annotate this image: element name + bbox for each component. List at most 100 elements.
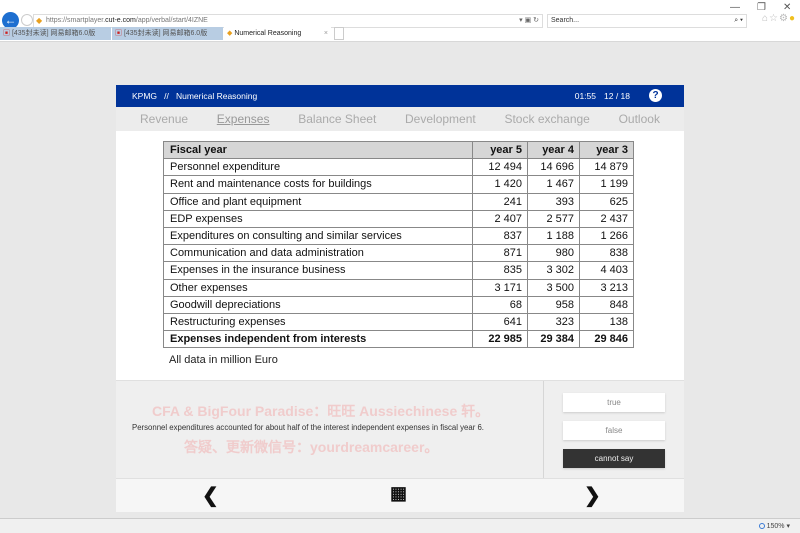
browser-tabs: ▣ [435封未读] 网易邮箱6.0版 ▣ [435封未读] 网易邮箱6.0版 … [0,27,360,40]
cell-value: 22 985 [472,330,528,349]
search-input[interactable]: Search... ⌕ ▾ [547,14,747,28]
gear-icon[interactable]: ⚙ [779,13,789,24]
cell-value: 625 [579,192,634,211]
expenses-table: Fiscal year year 5 year 4 year 3 Personnel e… [163,140,634,349]
row-label: Other expenses [163,278,473,297]
forward-button[interactable] [21,14,33,26]
cell-value: 1 199 [579,175,634,194]
table-row: Restructuring expenses 641 323 138 [163,312,634,332]
url-host: cut-e.com [105,17,136,24]
lock-refresh-icon[interactable]: ▾ ▣ ↻ [519,15,539,27]
help-icon[interactable]: ? [649,89,662,102]
table-note: All data in million Euro [169,354,278,366]
chevron-down-icon[interactable]: ▾ [786,523,790,530]
tab-revenue[interactable]: Revenue [140,107,188,131]
cell-value: 1 266 [579,226,634,246]
minimize-icon[interactable]: — [730,2,740,13]
question-statement: Personnel expenditures accounted for abo… [132,423,484,432]
divider [543,381,544,479]
tab-expenses[interactable]: Expenses [217,107,270,131]
watermark: 答疑、更新微信号：yourdreamcareer。 [184,439,439,455]
browser-tab[interactable]: ▣ [435封未读] 网易邮箱6.0版 [0,27,111,40]
cell-value: 393 [527,192,580,211]
grid-menu-icon[interactable]: ▦ [390,483,407,504]
row-label: Personnel expenditure [163,158,473,177]
cell-value: 138 [579,312,634,332]
table-row: Personnel expenditure 12 494 14 696 14 879 [163,158,634,177]
tab-icon: ▣ [115,30,122,37]
row-label: Communication and data administration [163,244,473,263]
cell-value: 3 500 [527,278,580,297]
site-favicon-icon: ◆ [36,16,43,25]
cell-value: 1 467 [527,175,580,194]
toolbar-icons: ⌂☆⚙● [762,13,796,24]
star-icon[interactable]: ☆ [769,13,779,24]
app-header: KPMG // Numerical Reasoning 01:55 12 / 18… [116,85,684,107]
browser-tab-active[interactable]: ◆ Numerical Reasoning × [224,27,331,40]
cell-value: 835 [472,261,528,280]
search-icon[interactable]: ⌕ ▾ [734,15,743,27]
close-window-icon[interactable]: ✕ [783,2,791,13]
cell-value: 848 [579,295,634,314]
previous-arrow-icon[interactable]: ❮ [202,483,219,508]
row-label: EDP expenses [163,209,473,228]
cell-value: 3 302 [527,261,580,280]
zoom-control[interactable]: 150% ▾ [758,522,790,531]
table-row: Goodwill depreciations 68 958 848 [163,295,634,314]
table-row: Office and plant equipment 241 393 625 [163,192,634,211]
tab-development[interactable]: Development [405,107,476,131]
cell-value: 2 407 [472,209,528,228]
question-progress: 12 / 18 [604,91,630,101]
answer-true-button[interactable]: true [563,393,665,412]
tab-label: Numerical Reasoning [234,30,302,37]
home-icon[interactable]: ⌂ [762,13,769,24]
cell-value: 3 213 [579,278,634,297]
close-tab-icon[interactable]: × [324,27,328,40]
browser-chrome: — ❐ ✕ ← ◆ https://smartplayer.cut-e.com/… [0,0,800,42]
cell-value: 958 [527,295,580,314]
cell-value: 2 577 [527,209,580,228]
next-arrow-icon[interactable]: ❯ [584,483,601,508]
bottom-nav: ❮ ▦ ❯ [116,478,684,512]
table-row: EDP expenses 2 407 2 577 2 437 [163,209,634,228]
row-label: Restructuring expenses [163,312,473,332]
cell-value: 641 [472,312,528,332]
row-label: Fiscal year [163,140,473,160]
cell-value: 12 494 [472,158,528,177]
browser-tab[interactable]: ▣ [435封未读] 网易邮箱6.0版 [112,27,223,40]
cell-value: 980 [527,244,580,263]
answer-false-button[interactable]: false [563,421,665,440]
timer: 01:55 [574,91,596,101]
test-title: Numerical Reasoning [175,91,258,101]
tab-outlook[interactable]: Outlook [619,107,660,131]
table-header-row: Fiscal year year 5 year 4 year 3 [163,140,634,160]
zoom-value: 150% [766,523,785,530]
cell-value: 1 188 [527,226,580,246]
cell-value: 29 846 [579,330,634,349]
cell-value: 14 696 [527,158,580,177]
tab-label: [435封未读] 网易邮箱6.0版 [11,30,96,37]
tab-stock-exchange[interactable]: Stock exchange [504,107,589,131]
cell-value: 241 [472,192,528,211]
magnifier-icon [758,523,765,530]
address-bar[interactable]: ◆ https://smartplayer.cut-e.com/app/verb… [33,14,543,28]
cell-value: year 5 [472,140,528,160]
answer-cannot-say-button[interactable]: cannot say [563,449,665,468]
cell-value: 837 [472,226,528,246]
cell-value: 1 420 [472,175,528,194]
tab-icon: ▣ [3,30,10,37]
row-label: Expenses in the insurance business [163,261,473,280]
tab-balance-sheet[interactable]: Balance Sheet [298,107,376,131]
status-bar: 150% ▾ [0,518,800,533]
separator: // [164,91,169,101]
row-label: Expenses independent from interests [163,330,473,349]
restore-icon[interactable]: ❐ [757,2,766,13]
url-path: /app/verbal/start/4IZNE [135,17,208,24]
new-tab-button[interactable] [334,27,344,40]
cell-value: 4 403 [579,261,634,280]
row-label: Expenditures on consulting and similar s… [163,226,473,246]
row-label: Rent and maintenance costs for buildings [163,175,473,194]
table-row: Expenses in the insurance business 835 3 3… [163,261,634,280]
cell-value: 871 [472,244,528,263]
smiley-icon[interactable]: ● [789,13,796,24]
